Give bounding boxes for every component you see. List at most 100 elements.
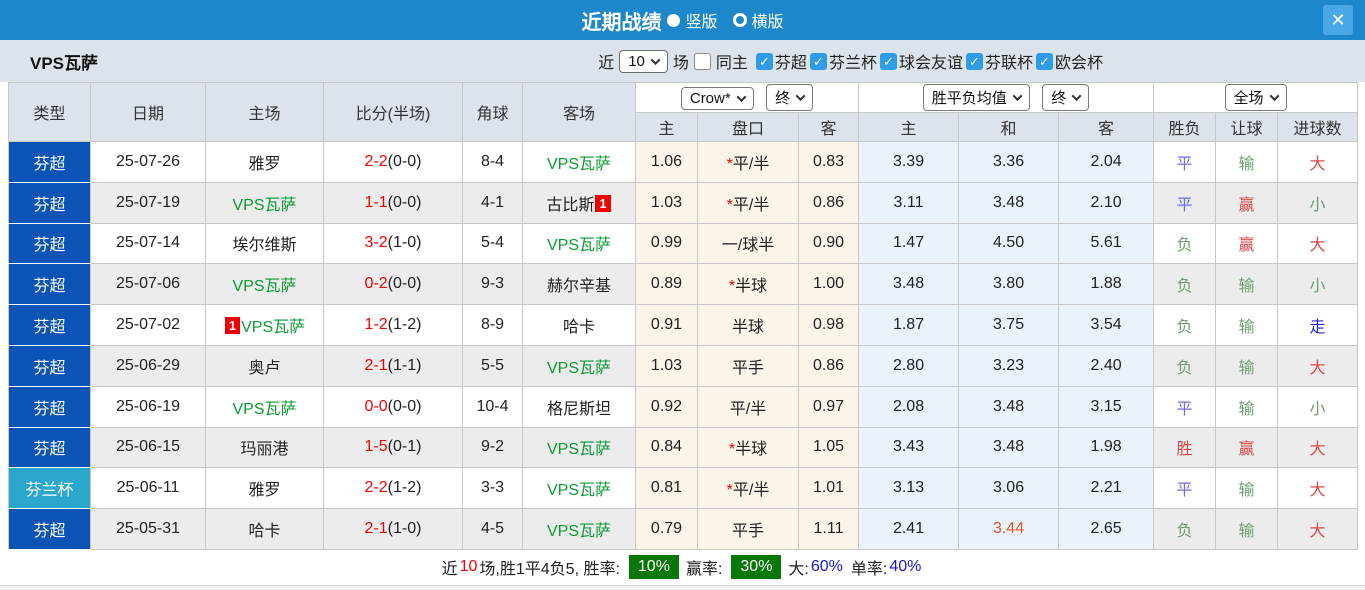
close-button[interactable]: ✕ bbox=[1323, 5, 1353, 35]
recent-count-select[interactable]: 10 bbox=[619, 49, 668, 73]
vertical-layout-radio[interactable] bbox=[667, 13, 681, 27]
win-odds-cell: 3.13 bbox=[858, 467, 960, 510]
table-row: 芬兰杯 25-06-11 雅罗 2-2(1-2) 3-3 VPS瓦萨 0.81 *平/半 1.0… bbox=[8, 467, 1359, 510]
lose-odds-cell: 3.54 bbox=[1058, 304, 1155, 346]
page-title: 近期战绩 bbox=[581, 11, 662, 34]
single-rate-value: 40% bbox=[889, 558, 922, 576]
check-icon: ✓ bbox=[758, 53, 770, 69]
check-icon: ✓ bbox=[969, 53, 980, 69]
corner-cell: 5-4 bbox=[462, 222, 523, 265]
league-checkbox[interactable]: ✓ bbox=[755, 52, 773, 70]
subheader-goals-result: 进球数 bbox=[1277, 112, 1359, 142]
score-cell: 2-2(1-2) bbox=[323, 467, 463, 510]
league-type-cell: 芬超 bbox=[8, 181, 91, 224]
big-rate-label: 大: bbox=[788, 561, 809, 579]
home-team-cell: 哈卡 bbox=[205, 508, 324, 550]
col-header-date: 日期 bbox=[90, 82, 206, 142]
league-checkbox[interactable]: ✓ bbox=[879, 52, 897, 70]
scope-select[interactable]: 全场 bbox=[1224, 84, 1287, 111]
filterbar: VPS瓦萨 近 10 场 同主 ✓ 芬超 ✓ 芬兰杯 ✓ 球会友谊 ✓ 芬联杯 ✓ 欧会杯 bbox=[0, 40, 1365, 82]
vertical-layout-label[interactable]: 竖版 bbox=[685, 8, 717, 32]
corner-cell: 9-2 bbox=[462, 426, 523, 469]
wdl-result-cell: 负 bbox=[1153, 222, 1217, 265]
corner-cell: 9-3 bbox=[462, 263, 523, 306]
goals-result-cell: 大 bbox=[1277, 222, 1359, 265]
league-filter-label: 欧会杯 bbox=[1054, 55, 1103, 72]
table-row: 芬超 25-06-15 玛丽港 1-5(0-1) 9-2 VPS瓦萨 0.84 *半球 1.05… bbox=[8, 426, 1359, 469]
wdl-result-cell: 平 bbox=[1153, 181, 1217, 224]
goals-result-cell: 大 bbox=[1277, 426, 1359, 469]
asian-away-odds-cell: 0.98 bbox=[797, 304, 860, 346]
win-odds-cell: 1.87 bbox=[858, 304, 960, 346]
results-table: 类型 日期 主场 比分(半场) 角球 客场 Crow* 终 胜平负均值 终 全场… bbox=[8, 82, 1359, 550]
home-team-cell: 雅罗 bbox=[205, 467, 324, 510]
score-cell: 2-1(1-0) bbox=[323, 508, 463, 550]
win-rate-badge: 10% bbox=[628, 555, 679, 580]
recent-label: 近 bbox=[598, 55, 615, 72]
home-team-cell: 玛丽港 bbox=[205, 426, 324, 469]
goals-result-cell: 小 bbox=[1277, 181, 1359, 224]
matches-label: 场 bbox=[672, 55, 689, 72]
asian-home-odds-cell: 1.06 bbox=[635, 141, 698, 183]
home-team-cell: 奥卢 bbox=[205, 344, 324, 387]
away-team-cell: VPS瓦萨 bbox=[522, 467, 636, 510]
big-rate-value: 60% bbox=[810, 558, 843, 576]
horizontal-layout-label[interactable]: 横版 bbox=[752, 8, 784, 32]
win-odds-cell: 2.80 bbox=[858, 344, 960, 387]
league-filter: ✓ 芬联杯 bbox=[965, 49, 1033, 73]
win-odds-cell: 2.41 bbox=[858, 508, 960, 550]
league-checkbox[interactable]: ✓ bbox=[809, 52, 827, 70]
league-type-cell: 芬超 bbox=[8, 304, 91, 346]
draw-odds-cell: 3.48 bbox=[958, 181, 1060, 224]
score-cell: 2-1(1-1) bbox=[323, 344, 463, 387]
draw-odds-cell: 3.80 bbox=[958, 263, 1060, 306]
league-filter-label: 球会友谊 bbox=[898, 55, 963, 72]
date-cell: 25-06-19 bbox=[90, 385, 206, 428]
odds-time-select[interactable]: 终 bbox=[766, 84, 814, 111]
date-cell: 25-07-14 bbox=[90, 222, 206, 265]
asian-home-odds-cell: 0.79 bbox=[635, 508, 698, 550]
single-rate-label: 单率: bbox=[850, 561, 888, 579]
draw-odds-cell: 3.48 bbox=[958, 385, 1060, 428]
handicap-cell: *平/半 bbox=[697, 467, 799, 510]
score-cell: 2-2(0-0) bbox=[323, 141, 463, 183]
asian-home-odds-cell: 0.89 bbox=[635, 263, 698, 306]
summary-prefix: 近 bbox=[441, 561, 458, 579]
league-filter: ✓ 芬超 bbox=[755, 49, 807, 73]
away-team-cell: VPS瓦萨 bbox=[522, 222, 636, 265]
subheader-handicap: 盘口 bbox=[697, 112, 799, 142]
win-odds-cell: 1.47 bbox=[858, 222, 960, 265]
same-home-checkbox[interactable] bbox=[693, 52, 711, 70]
away-team-cell: 格尼斯坦 bbox=[522, 385, 636, 428]
table-row: 芬超 25-06-29 奥卢 2-1(1-1) 5-5 VPS瓦萨 1.03 平手 0.86 2.… bbox=[8, 344, 1359, 387]
asian-away-odds-cell: 0.86 bbox=[797, 344, 860, 387]
wdl-source-select[interactable]: 胜平负均值 bbox=[922, 84, 1030, 111]
team-name: VPS瓦萨 bbox=[30, 53, 99, 73]
goals-result-cell: 小 bbox=[1277, 385, 1359, 428]
handicap-result-cell: 赢 bbox=[1215, 426, 1279, 469]
draw-odds-cell: 4.50 bbox=[958, 222, 1060, 265]
handicap-cell: *平/半 bbox=[697, 181, 799, 224]
lose-odds-cell: 1.98 bbox=[1058, 426, 1155, 469]
chevron-down-icon bbox=[650, 54, 661, 65]
goals-result-cell: 大 bbox=[1277, 508, 1359, 550]
subheader-lose: 客 bbox=[1058, 112, 1155, 142]
league-checkbox[interactable]: ✓ bbox=[965, 52, 983, 70]
results-tbody: 芬超 25-07-26 雅罗 2-2(0-0) 8-4 VPS瓦萨 1.06 *平/半 0.83… bbox=[8, 141, 1359, 550]
league-filter-label: 芬超 bbox=[774, 55, 807, 72]
odds-source-select[interactable]: Crow* bbox=[680, 87, 754, 110]
lose-odds-cell: 3.15 bbox=[1058, 385, 1155, 428]
header-row-top: 类型 日期 主场 比分(半场) 角球 客场 Crow* 终 胜平负均值 终 全场 bbox=[8, 82, 1359, 142]
date-cell: 25-06-11 bbox=[90, 467, 206, 510]
wdl-time-select[interactable]: 终 bbox=[1042, 84, 1090, 111]
summary-record: 场,胜1平4负5, 胜率: bbox=[479, 561, 620, 579]
league-type-cell: 芬超 bbox=[8, 508, 91, 550]
col-header-score: 比分(半场) bbox=[323, 82, 463, 142]
subheader-wdl-result: 胜负 bbox=[1153, 112, 1217, 142]
league-filters: ✓ 芬超 ✓ 芬兰杯 ✓ 球会友谊 ✓ 芬联杯 ✓ 欧会杯 bbox=[753, 49, 1103, 73]
date-cell: 25-07-02 bbox=[90, 304, 206, 346]
chevron-down-icon bbox=[736, 92, 747, 103]
horizontal-layout-radio[interactable] bbox=[732, 13, 747, 27]
asian-away-odds-cell: 0.86 bbox=[797, 181, 860, 224]
league-checkbox[interactable]: ✓ bbox=[1035, 52, 1053, 70]
